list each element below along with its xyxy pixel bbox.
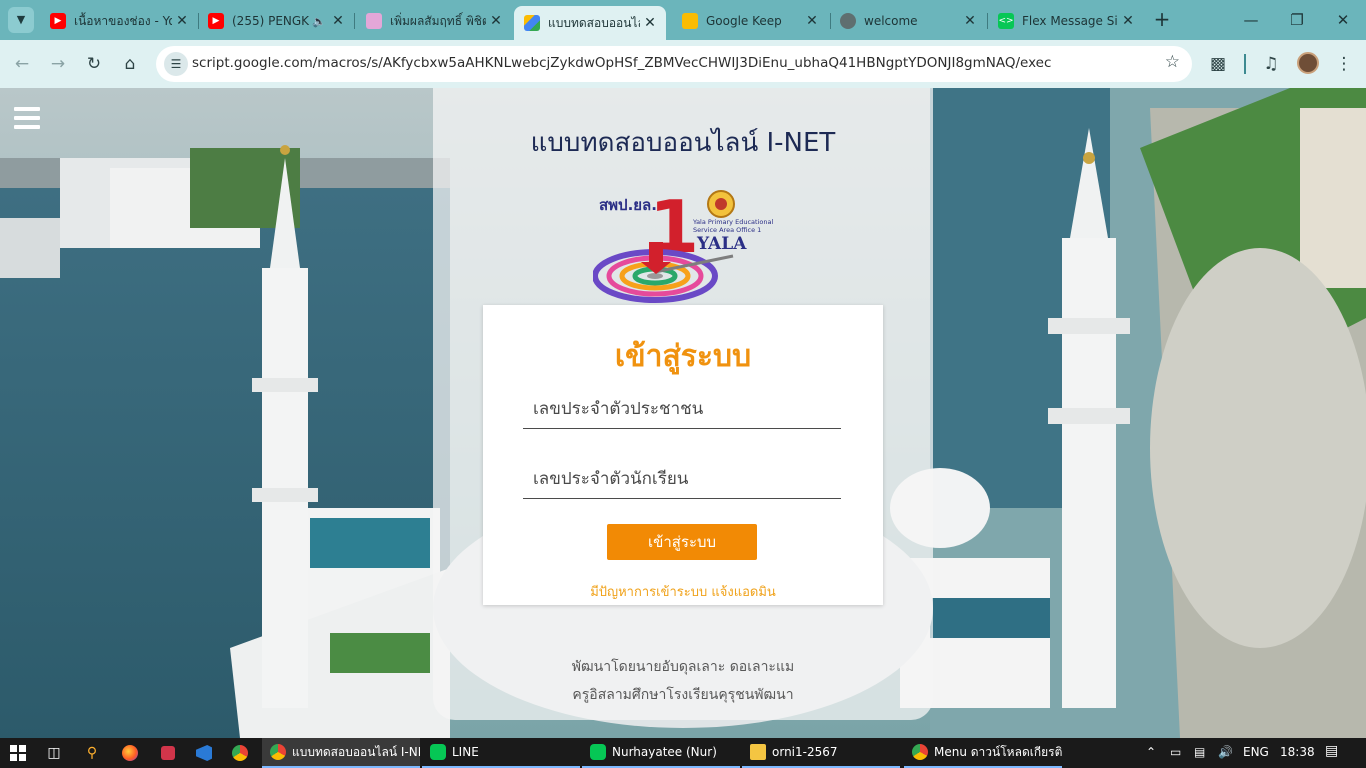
page-title: แบบทดสอบออนไลน์ I-NET [530,128,836,158]
tab-welcome[interactable]: welcome ✕ [830,6,986,36]
globe-icon [840,13,856,29]
close-icon[interactable]: ✕ [486,13,506,29]
developer-affiliation: ครูอิสลามศึกษาโรงเรียนคุรุชนพัฒนา [572,687,794,703]
bookmark-star-icon[interactable]: ☆ [1165,52,1180,72]
close-icon[interactable]: ✕ [640,15,660,31]
tab-search-button[interactable]: ▼ [8,7,34,33]
taskbar-app-line-chat[interactable]: Nurhayatee (Nur) [582,738,740,768]
login-heading: เข้าสู่ระบบ [614,339,752,374]
keep-icon [682,13,698,29]
page-viewport: แบบทดสอบออนไลน์ I-NET สพป.ยล. 1 Yala Pri… [0,88,1366,738]
profile-avatar[interactable] [1297,52,1319,74]
task-view-icon[interactable]: ◫ [44,743,64,763]
logo-brand: YALA [696,234,747,254]
developer-credit: พัฒนาโดยนายอับดุลเลาะ ดอเลาะแม [571,659,795,675]
windows-taskbar: ◫ ⚲ แบบทดสอบออนไลน์ I-NE... LINE Nurhaya… [0,738,1366,768]
login-card-panel: แบบทดสอบออนไลน์ I-NET สพป.ยล. 1 Yala Pri… [433,88,933,720]
chrome-icon [270,744,286,760]
battery-icon[interactable]: ▭ [1170,745,1181,759]
network-icon[interactable]: ▤ [1194,745,1205,759]
tab-google-keep[interactable]: Google Keep ✕ [672,6,828,36]
student-id-input[interactable] [523,459,841,499]
toolbar-divider [1244,54,1246,74]
yala-esa1-logo: สพป.ยล. 1 Yala Primary Educational Servi… [593,186,773,303]
tab-achievement[interactable]: เพิ่มผลสัมฤทธิ์ พิชิต ✕ [356,6,512,36]
vs-code-icon[interactable] [194,743,214,763]
address-bar[interactable]: ☰ script.google.com/macros/s/AKfycbxw5aA… [156,46,1192,82]
logo-line2: Service Area Office 1 [693,226,761,234]
clock[interactable]: 18:38 [1280,745,1315,759]
extensions-icon[interactable]: ▩ [1206,52,1230,76]
restore-button[interactable]: ❐ [1282,8,1312,32]
reload-icon[interactable]: ↻ [82,52,106,76]
menu-kebab-icon[interactable]: ⋮ [1332,52,1356,76]
minimize-button[interactable]: — [1236,8,1266,32]
media-control-icon[interactable]: ♫ [1259,52,1283,76]
tab-flex-message[interactable]: <> Flex Message Si ✕ [988,6,1144,36]
browser-toolbar: ← → ↻ ⌂ ☰ script.google.com/macros/s/AKf… [0,40,1366,88]
close-icon[interactable]: ✕ [328,13,348,29]
firefox-icon[interactable] [120,743,140,763]
taskbar-app-chrome-menu[interactable]: Menu ดาวน์โหลดเกียรติ... [904,738,1062,768]
chrome-icon [912,744,928,760]
taskbar-app-inet[interactable]: แบบทดสอบออนไลน์ I-NE... [262,738,420,768]
forward-arrow-icon[interactable]: → [46,52,70,76]
close-icon[interactable]: ✕ [1118,13,1138,29]
hamburger-menu-icon[interactable] [14,107,40,129]
chrome-icon[interactable] [230,743,250,763]
back-arrow-icon[interactable]: ← [10,52,34,76]
contact-admin-link[interactable]: มีปัญหาการเข้าระบบ แจ้งแอดมิน [483,581,883,602]
tab-youtube-pengk[interactable]: ▶ (255) PENGK 🔈 ✕ [198,6,354,36]
youtube-icon: ▶ [50,13,66,29]
close-icon[interactable]: ✕ [960,13,980,29]
home-icon[interactable]: ⌂ [118,52,142,76]
windows-start-icon[interactable] [8,743,28,763]
new-tab-button[interactable]: + [1150,8,1174,32]
tab-inet-test[interactable]: แบบทดสอบออนไลน ✕ [514,6,666,40]
close-icon[interactable]: ✕ [802,13,822,29]
language-indicator[interactable]: ENG [1243,745,1269,759]
login-button[interactable]: เข้าสู่ระบบ [607,524,757,560]
game-app-icon[interactable] [158,743,178,763]
code-icon: <> [998,13,1014,29]
url-text[interactable]: script.google.com/macros/s/AKfycbxw5aAHK… [192,55,1051,71]
image-icon [366,13,382,29]
volume-icon[interactable]: 🔊 [1218,745,1233,759]
window-close-button[interactable]: ✕ [1328,8,1358,32]
taskbar-app-folder[interactable]: orni1-2567 [742,738,900,768]
login-form: เข้าสู่ระบบ เข้าสู่ระบบ มีปัญหาการเข้าระ… [483,305,883,605]
citizen-id-input[interactable] [523,389,841,429]
speaker-icon[interactable]: 🔈 [312,15,326,28]
tab-youtube-channel[interactable]: ▶ เนื้อหาของช่อง - Yo ✕ [40,6,198,36]
apps-script-icon [524,15,540,31]
search-icon[interactable]: ⚲ [82,743,102,763]
folder-icon [750,744,766,760]
tab-bar: ▼ ▶ เนื้อหาของช่อง - Yo ✕ ▶ (255) PENGK … [0,0,1366,40]
youtube-icon: ▶ [208,13,224,29]
line-icon [430,744,446,760]
close-icon[interactable]: ✕ [172,13,192,29]
taskbar-app-line[interactable]: LINE [422,738,580,768]
site-info-icon[interactable]: ☰ [164,52,188,76]
tray-chevron-icon[interactable]: ⌃ [1146,745,1156,759]
line-icon [590,744,606,760]
notification-icon[interactable]: ▤ [1325,743,1338,759]
logo-line1: Yala Primary Educational [692,218,773,226]
